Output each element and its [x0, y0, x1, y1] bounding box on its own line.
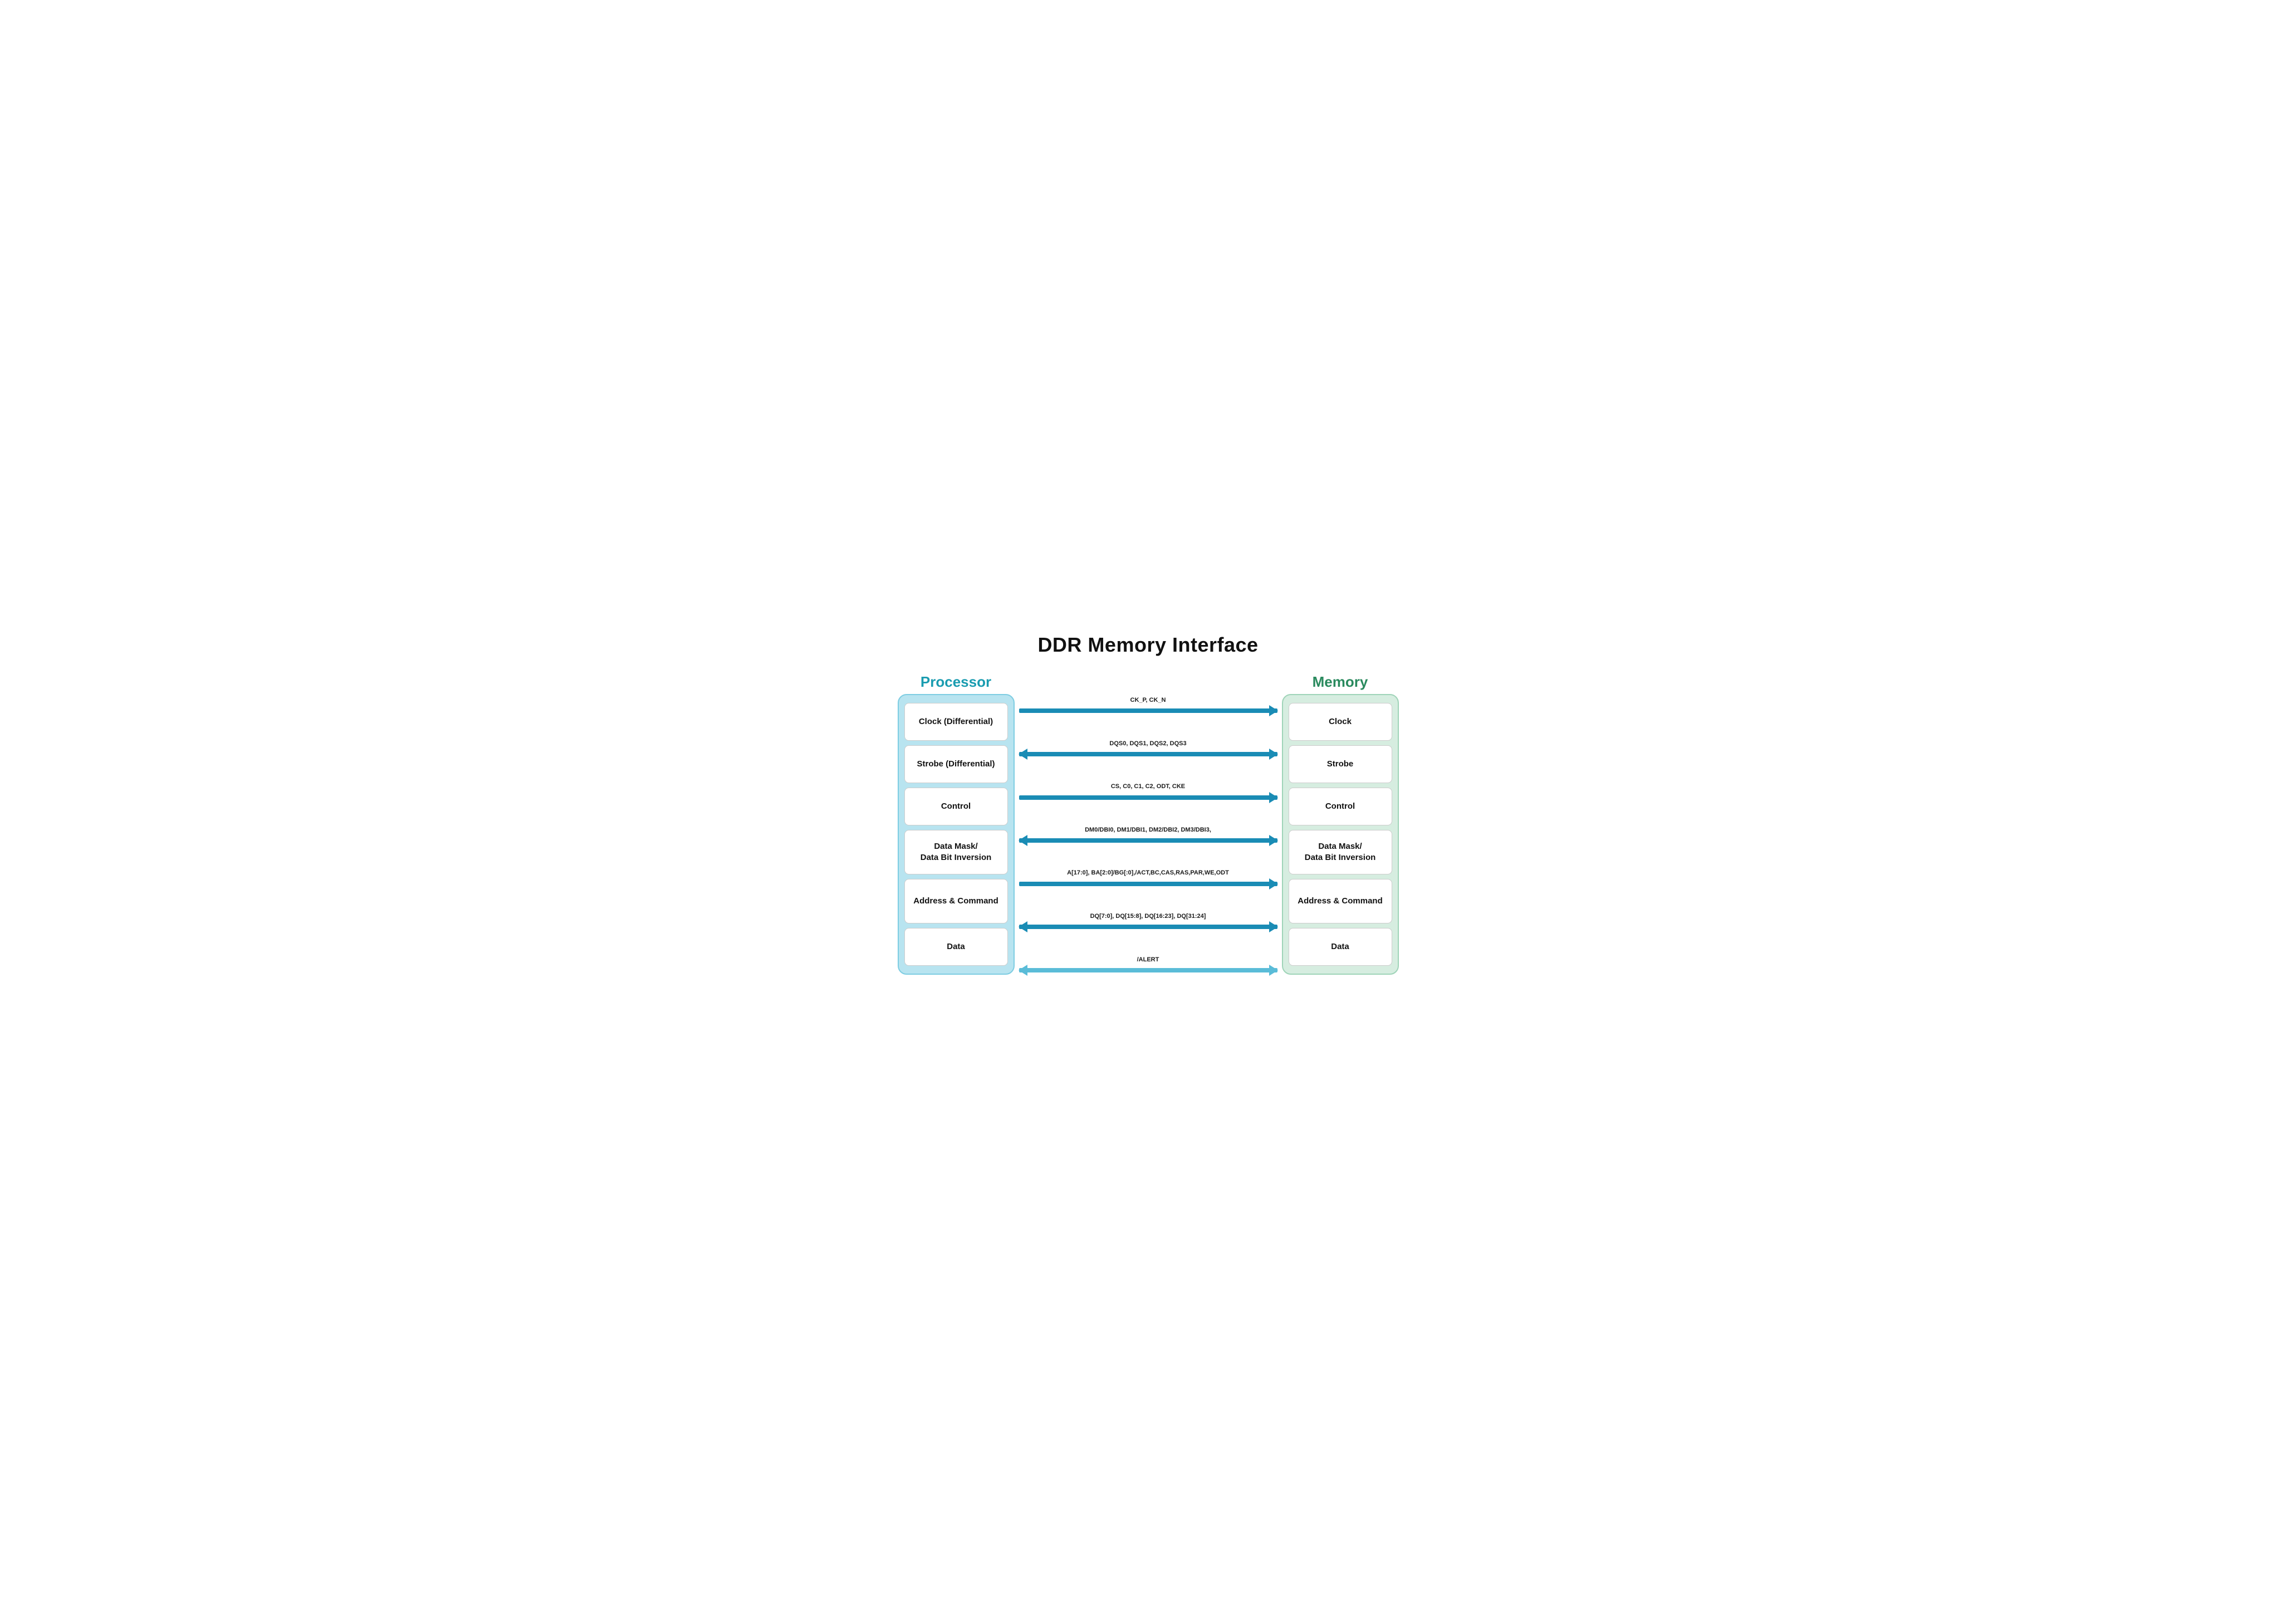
memory-dbi-block: Data Mask/Data Bit Inversion — [1289, 830, 1392, 874]
data-signal-label: DQ[7:0], DQ[15:8], DQ[16:23], DQ[31:24] — [1090, 912, 1206, 920]
processor-label: Processor — [898, 673, 1015, 691]
control-signal-label: CS, C0, C1, C2, ODT, CKE — [1111, 783, 1185, 790]
processor-strobe-block: Strobe (Differential) — [904, 745, 1008, 783]
data-arrow-line — [1019, 925, 1277, 929]
strobe-arrow-group: DQS0, DQS1, DQS2, DQS3 — [1019, 740, 1277, 759]
addr-arrow-group: A[17:0], BA[2:0]/BG[:0],/ACT,BC,CAS,RAS,… — [1019, 869, 1277, 888]
full-layout: Processor Memory Clock (Differential) St… — [898, 673, 1399, 975]
control-arrow-group: CS, C0, C1, C2, ODT, CKE — [1019, 783, 1277, 801]
dbi-signal-label: DM0/DBI0, DM1/DBI1, DM2/DBI2, DM3/DBI3, — [1085, 826, 1211, 834]
dbi-arrow-group: DM0/DBI0, DM1/DBI1, DM2/DBI2, DM3/DBI3, — [1019, 826, 1277, 845]
diagram-container: DDR Memory Interface Processor Memory Cl… — [898, 633, 1399, 975]
processor-panel: Clock (Differential) Strobe (Differentia… — [898, 694, 1015, 975]
data-arrow-group: DQ[7:0], DQ[15:8], DQ[16:23], DQ[31:24] — [1019, 912, 1277, 931]
processor-data-block: Data — [904, 928, 1008, 966]
processor-addr-block: Address & Command — [904, 879, 1008, 923]
memory-control-block: Control — [1289, 788, 1392, 825]
control-arrow-line — [1019, 795, 1277, 800]
memory-clock-block: Clock — [1289, 703, 1392, 741]
clock-arrow-line — [1019, 708, 1277, 713]
body-row: Clock (Differential) Strobe (Differentia… — [898, 694, 1399, 975]
addr-signal-label: A[17:0], BA[2:0]/BG[:0],/ACT,BC,CAS,RAS,… — [1067, 869, 1229, 877]
strobe-signal-label: DQS0, DQS1, DQS2, DQS3 — [1109, 740, 1186, 747]
main-title: DDR Memory Interface — [898, 633, 1399, 657]
memory-data-block: Data — [1289, 928, 1392, 966]
dbi-arrow-line — [1019, 838, 1277, 843]
center-arrows: CK_P, CK_N DQS0, DQS1, DQS2, DQS3 — [1015, 694, 1282, 975]
strobe-arrow-line — [1019, 752, 1277, 756]
memory-panel: Clock Strobe Control Data Mask/Data Bit … — [1282, 694, 1399, 975]
memory-addr-block: Address & Command — [1289, 879, 1392, 923]
top-labels: Processor Memory — [898, 673, 1399, 691]
processor-control-block: Control — [904, 788, 1008, 825]
addr-arrow-line — [1019, 882, 1277, 886]
alert-arrow-line — [1019, 968, 1277, 972]
alert-signal-label: /ALERT — [1137, 956, 1159, 964]
processor-dbi-block: Data Mask/Data Bit Inversion — [904, 830, 1008, 874]
clock-arrow-group: CK_P, CK_N — [1019, 694, 1277, 715]
clock-signal-label: CK_P, CK_N — [1130, 696, 1166, 704]
memory-strobe-block: Strobe — [1289, 745, 1392, 783]
processor-clock-block: Clock (Differential) — [904, 703, 1008, 741]
memory-label: Memory — [1282, 673, 1399, 691]
alert-arrow-group: /ALERT — [1019, 956, 1277, 975]
